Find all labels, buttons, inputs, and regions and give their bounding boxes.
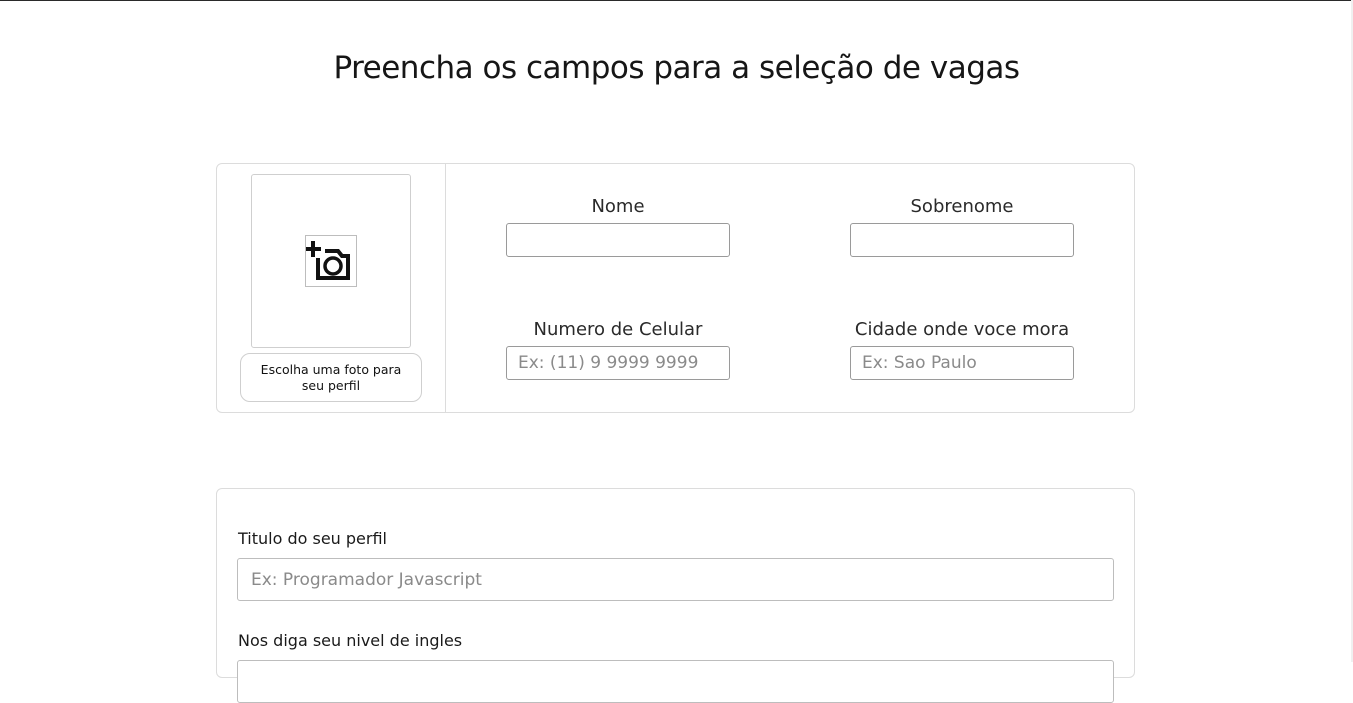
sobrenome-field-group: Sobrenome	[850, 196, 1074, 257]
cidade-input[interactable]	[850, 346, 1074, 380]
personal-info-card: Escolha uma foto para seu perfil Nome So…	[216, 163, 1135, 413]
nome-label: Nome	[591, 196, 645, 217]
choose-photo-button[interactable]: Escolha uma foto para seu perfil	[240, 353, 422, 402]
add-a-photo-icon	[305, 235, 357, 287]
celular-field-group: Numero de Celular	[506, 319, 730, 380]
photo-column: Escolha uma foto para seu perfil	[217, 164, 446, 412]
profile-title-label: Titulo do seu perfil	[238, 529, 387, 548]
celular-label: Numero de Celular	[533, 319, 703, 340]
sobrenome-input[interactable]	[850, 223, 1074, 257]
english-level-input[interactable]	[237, 660, 1114, 703]
cidade-field-group: Cidade onde voce mora	[850, 319, 1074, 380]
profile-details-card: Titulo do seu perfil Nos diga seu nivel …	[216, 488, 1135, 703]
photo-preview[interactable]	[251, 174, 411, 348]
nome-field-group: Nome	[506, 196, 730, 257]
nome-input[interactable]	[506, 223, 730, 257]
english-level-label: Nos diga seu nivel de ingles	[238, 631, 463, 650]
profile-title-input[interactable]	[237, 558, 1114, 601]
cidade-label: Cidade onde voce mora	[854, 319, 1070, 340]
celular-input[interactable]	[506, 346, 730, 380]
page-title: Preencha os campos para a seleção de vag…	[333, 50, 1020, 86]
sobrenome-label: Sobrenome	[910, 196, 1014, 217]
top-border	[0, 0, 1353, 1]
